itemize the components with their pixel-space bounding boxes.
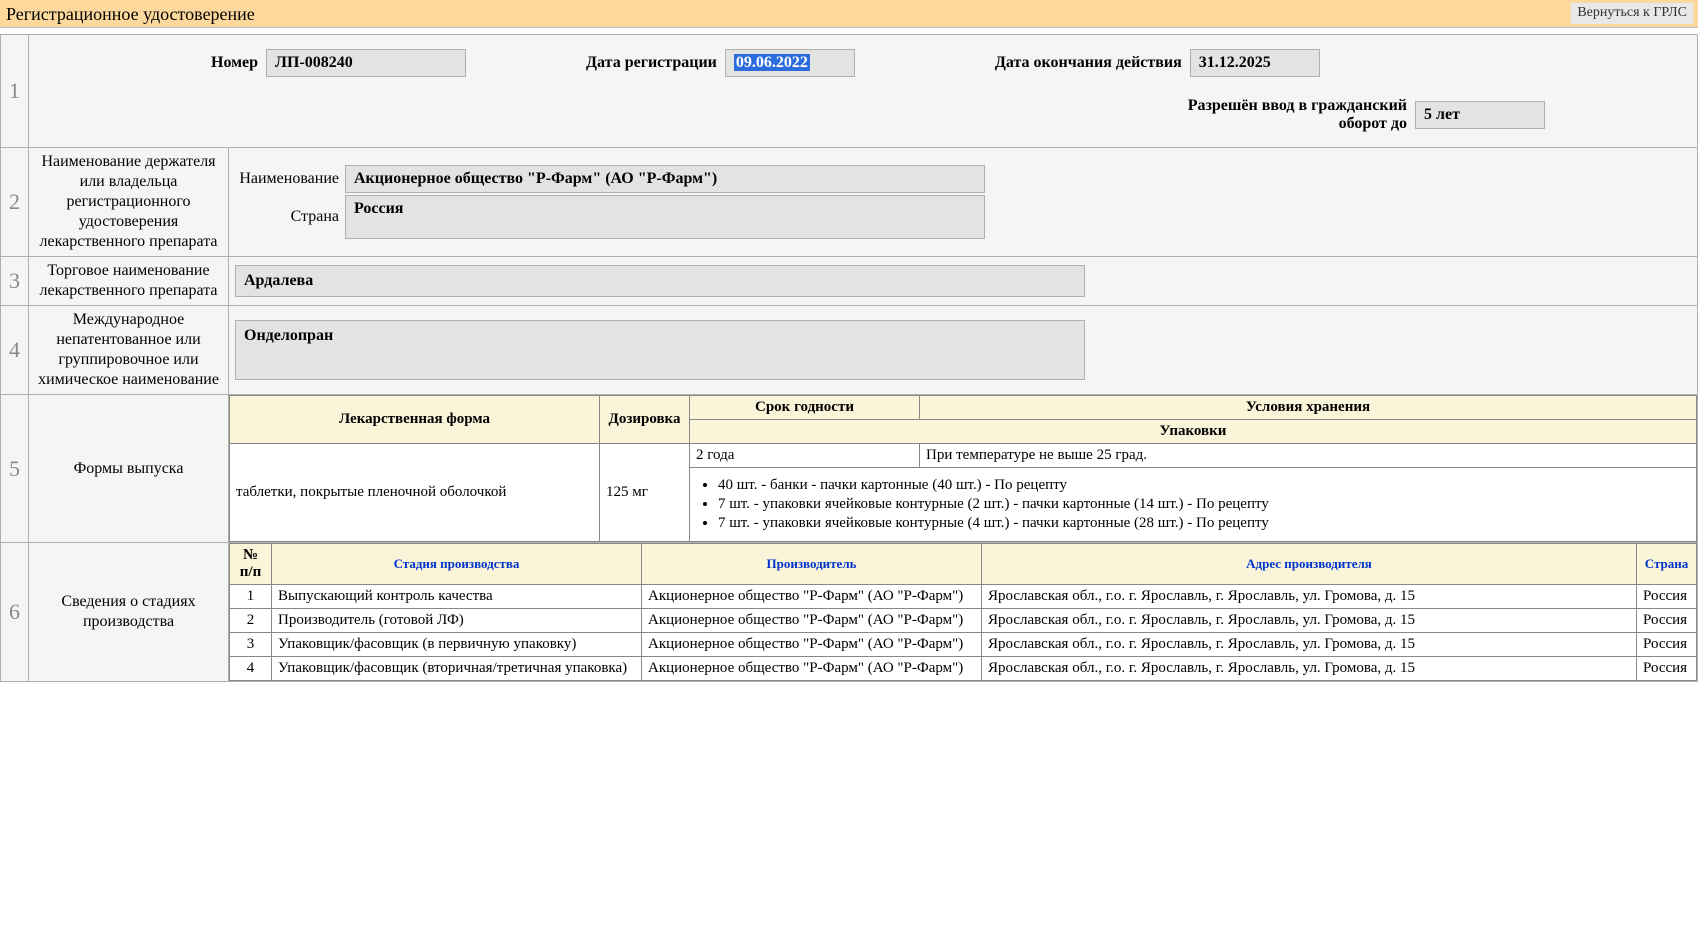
stage-producer: Акционерное общество "Р-Фарм" (АО "Р-Фар… — [642, 657, 982, 681]
row1-content: Номер ЛП-008240 Дата регистрации 09.06.2… — [29, 35, 1698, 148]
production-stages-table: № п/п Стадия производства Производитель … — [229, 543, 1697, 681]
storage-value: При температуре не выше 25 град. — [920, 444, 1697, 468]
stage-country: Россия — [1637, 585, 1697, 609]
civil-value: 5 лет — [1415, 101, 1545, 129]
sort-country-link[interactable]: Страна — [1645, 556, 1688, 571]
stage-name: Упаковщик/фасовщик (в первичную упаковку… — [272, 633, 642, 657]
table-row: 2Производитель (готовой ЛФ)Акционерное о… — [230, 609, 1697, 633]
row4-section-label: Международное непатентованное или группи… — [29, 306, 229, 395]
stage-num: 3 — [230, 633, 272, 657]
holder-country-value: Россия — [345, 195, 985, 239]
stage-name: Выпускающий контроль качества — [272, 585, 642, 609]
trade-name-value: Ардалева — [235, 265, 1085, 297]
civil-label: Разрешён ввод в гражданский оборот до — [1187, 97, 1407, 133]
expiry-value: 31.12.2025 — [1190, 49, 1320, 77]
row-number: 4 — [1, 306, 29, 395]
stage-name: Производитель (готовой ЛФ) — [272, 609, 642, 633]
return-button-label: Вернуться к ГРЛС — [1577, 5, 1687, 20]
row-number: 6 — [1, 543, 29, 682]
stage-country: Россия — [1637, 633, 1697, 657]
row-number: 2 — [1, 148, 29, 257]
main-content: 1 Номер ЛП-008240 Дата регистрации 09.06… — [0, 28, 1698, 682]
stage-producer: Акционерное общество "Р-Фарм" (АО "Р-Фар… — [642, 585, 982, 609]
holder-country-label: Страна — [235, 208, 345, 226]
holder-name-label: Наименование — [235, 170, 345, 188]
stage-address: Ярославская обл., г.о. г. Ярославль, г. … — [982, 657, 1637, 681]
stage-country: Россия — [1637, 657, 1697, 681]
col-shelf: Срок годности — [690, 396, 920, 420]
col-stage[interactable]: Стадия производства — [272, 544, 642, 585]
return-button[interactable]: Вернуться к ГРЛС — [1570, 2, 1694, 25]
row3-content: Ардалева — [229, 257, 1698, 306]
col-form: Лекарственная форма — [230, 396, 600, 444]
stage-country: Россия — [1637, 609, 1697, 633]
number-label: Номер — [211, 54, 258, 72]
reg-date-label: Дата регистрации — [586, 54, 717, 72]
col-storage: Условия хранения — [920, 396, 1697, 420]
row5-content: Лекарственная форма Дозировка Срок годно… — [229, 395, 1698, 543]
package-item: 40 шт. - банки - пачки картонные (40 шт.… — [718, 477, 1690, 494]
row-number: 1 — [1, 35, 29, 148]
package-item: 7 шт. - упаковки ячейковые контурные (4 … — [718, 515, 1690, 532]
registration-table: 1 Номер ЛП-008240 Дата регистрации 09.06… — [0, 34, 1698, 682]
page-title: Регистрационное удостоверение — [6, 2, 255, 25]
packages-cell: 40 шт. - банки - пачки картонные (40 шт.… — [690, 468, 1697, 542]
sort-producer-link[interactable]: Производитель — [766, 556, 856, 571]
row2-section-label: Наименование держателя или владельца рег… — [29, 148, 229, 257]
row2-content: Наименование Акционерное общество "Р-Фар… — [229, 148, 1698, 257]
stage-producer: Акционерное общество "Р-Фарм" (АО "Р-Фар… — [642, 633, 982, 657]
stage-address: Ярославская обл., г.о. г. Ярославль, г. … — [982, 633, 1637, 657]
stage-name: Упаковщик/фасовщик (вторичная/третичная … — [272, 657, 642, 681]
row5-section-label: Формы выпуска — [29, 395, 229, 543]
reg-date-value: 09.06.2022 — [725, 49, 855, 77]
table-row: 1Выпускающий контроль качестваАкционерно… — [230, 585, 1697, 609]
col-address[interactable]: Адрес производителя — [982, 544, 1637, 585]
stage-address: Ярославская обл., г.о. г. Ярославль, г. … — [982, 609, 1637, 633]
col-producer[interactable]: Производитель — [642, 544, 982, 585]
shelf-value: 2 года — [690, 444, 920, 468]
col-dose: Дозировка — [600, 396, 690, 444]
stage-num: 4 — [230, 657, 272, 681]
packages-list: 40 шт. - банки - пачки картонные (40 шт.… — [718, 477, 1690, 532]
number-value: ЛП-008240 — [266, 49, 466, 77]
form-value: таблетки, покрытые пленочной оболочкой — [230, 444, 600, 542]
dose-value: 125 мг — [600, 444, 690, 542]
row-number: 5 — [1, 395, 29, 543]
stage-num: 1 — [230, 585, 272, 609]
stage-num: 2 — [230, 609, 272, 633]
col-num: № п/п — [230, 544, 272, 585]
row-number: 3 — [1, 257, 29, 306]
sort-address-link[interactable]: Адрес производителя — [1246, 556, 1372, 571]
inn-value: Онделопран — [235, 320, 1085, 380]
holder-name-value: Акционерное общество "Р-Фарм" (АО "Р-Фар… — [345, 165, 985, 193]
sort-stage-link[interactable]: Стадия производства — [394, 556, 520, 571]
forms-table: Лекарственная форма Дозировка Срок годно… — [229, 395, 1697, 542]
stage-producer: Акционерное общество "Р-Фарм" (АО "Р-Фар… — [642, 609, 982, 633]
row6-content: № п/п Стадия производства Производитель … — [229, 543, 1698, 682]
stage-address: Ярославская обл., г.о. г. Ярославль, г. … — [982, 585, 1637, 609]
header-bar: Регистрационное удостоверение Вернуться … — [0, 0, 1698, 28]
row3-section-label: Торговое наименование лекарственного пре… — [29, 257, 229, 306]
table-row: 3Упаковщик/фасовщик (в первичную упаковк… — [230, 633, 1697, 657]
col-packaging: Упаковки — [690, 420, 1697, 444]
row4-content: Онделопран — [229, 306, 1698, 395]
row6-section-label: Сведения о стадиях производства — [29, 543, 229, 682]
col-country[interactable]: Страна — [1637, 544, 1697, 585]
package-item: 7 шт. - упаковки ячейковые контурные (2 … — [718, 496, 1690, 513]
expiry-label: Дата окончания действия — [995, 54, 1182, 72]
table-row: 4Упаковщик/фасовщик (вторичная/третичная… — [230, 657, 1697, 681]
